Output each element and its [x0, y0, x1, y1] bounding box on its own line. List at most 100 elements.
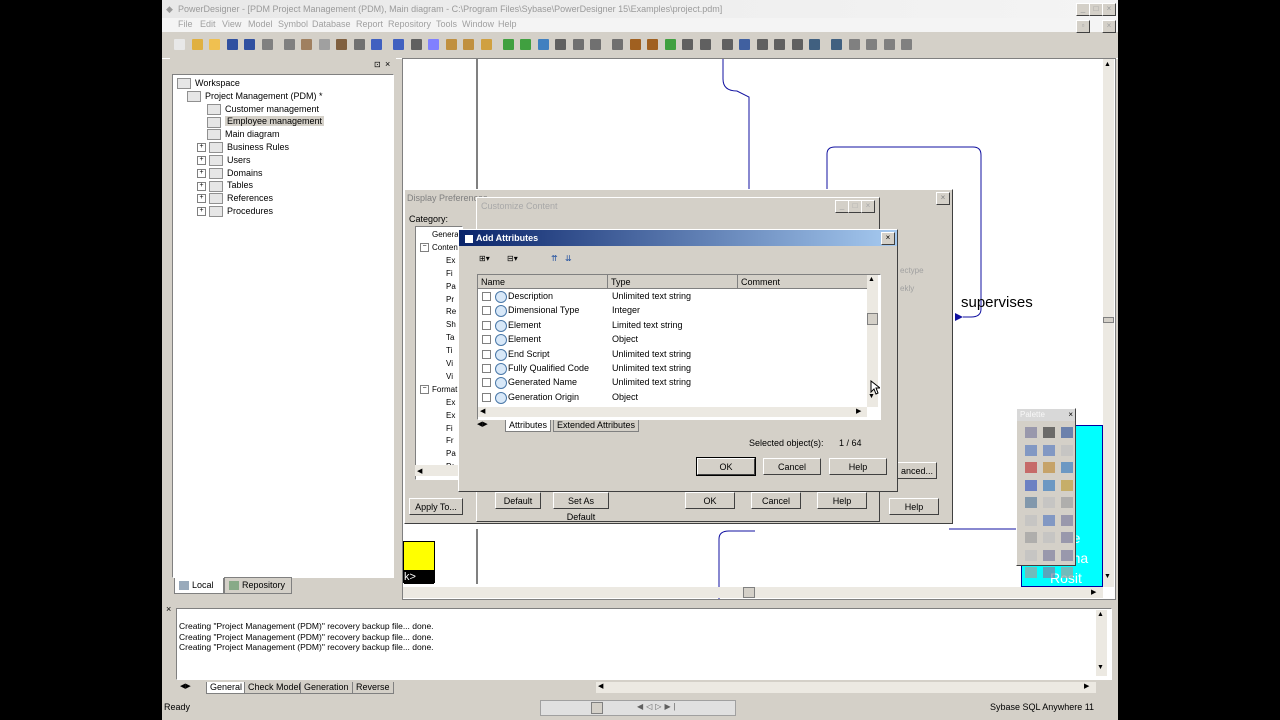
attribute-checkbox[interactable] — [482, 349, 491, 359]
toolbar-tool-17-icon[interactable] — [463, 39, 474, 50]
scroll-right-icon[interactable]: ▶ — [1091, 588, 1096, 596]
toolbar-tool-8-icon[interactable] — [301, 39, 312, 50]
palette-tool-19-icon[interactable] — [1025, 532, 1037, 543]
collapse-icon[interactable]: − — [420, 385, 429, 395]
category-item[interactable]: Fr — [446, 434, 454, 447]
toolbar-tool-5-icon[interactable] — [244, 39, 255, 50]
palette-tool-9-icon[interactable] — [1061, 462, 1073, 473]
mdi-close-button[interactable]: × — [1102, 20, 1116, 33]
toolbar-tool-4-icon[interactable] — [226, 39, 238, 50]
palette-tool-22-icon[interactable] — [1025, 549, 1037, 561]
scroll-down-icon[interactable]: ▼ — [1104, 573, 1111, 580]
canvas-hscroll[interactable]: ▶ — [403, 587, 1103, 598]
palette-tool-16-icon[interactable] — [1025, 514, 1037, 526]
toolbar-tool-6-icon[interactable] — [261, 39, 273, 50]
category-item[interactable]: Ex — [446, 396, 455, 409]
palette-tool-5-icon[interactable] — [1043, 444, 1055, 456]
expand-icon[interactable]: + — [197, 168, 206, 178]
toolbar-tool-14-icon[interactable] — [410, 39, 422, 50]
category-item[interactable]: Ex — [446, 254, 455, 267]
collapse-icon[interactable]: − — [420, 243, 429, 253]
category-hscroll[interactable]: ◀ — [415, 465, 461, 476]
category-item[interactable]: Vi — [446, 357, 453, 370]
palette-tool-8-icon[interactable] — [1043, 462, 1055, 473]
toolbar-tool-29-icon[interactable] — [682, 39, 693, 50]
palette-tool-24-icon[interactable] — [1061, 549, 1073, 561]
toolbar-tool-38-icon[interactable] — [848, 39, 860, 50]
palette-tool-15-icon[interactable] — [1061, 497, 1073, 508]
menu-model[interactable]: Model — [248, 19, 273, 29]
menu-view[interactable]: View — [222, 19, 241, 29]
zoom-slider-thumb[interactable] — [591, 702, 603, 714]
attributes-scroll-up-icon[interactable]: ▲ — [868, 276, 875, 283]
palette-tool-20-icon[interactable] — [1043, 532, 1055, 543]
palette-tool-14-icon[interactable] — [1043, 497, 1055, 508]
toolbar-tool-2-icon[interactable] — [191, 39, 203, 50]
toolbar-tool-23-icon[interactable] — [572, 39, 584, 50]
toolbar-tool-11-icon[interactable] — [353, 39, 365, 50]
toolbar-tool-21-icon[interactable] — [537, 39, 549, 50]
toolbar-tool-30-icon[interactable] — [699, 39, 711, 50]
palette-tool-12-icon[interactable] — [1061, 479, 1073, 491]
category-item[interactable]: Re — [446, 305, 456, 318]
palette-tool-3-icon[interactable] — [1061, 427, 1073, 438]
browser-item[interactable]: Main diagram — [207, 128, 280, 141]
browser-item[interactable]: + Tables — [197, 179, 253, 192]
tab-repository[interactable]: Repository — [224, 577, 292, 594]
menu-edit[interactable]: Edit — [200, 19, 216, 29]
move-down-icon[interactable]: ⇊ — [565, 254, 575, 265]
toolbar-tool-27-icon[interactable] — [647, 39, 658, 50]
toolbar-tool-16-icon[interactable] — [445, 39, 457, 50]
attribute-checkbox[interactable] — [482, 320, 491, 330]
display-preferences-close-button[interactable]: × — [936, 192, 950, 205]
attribute-checkbox[interactable] — [482, 292, 491, 301]
palette-tool-27-icon[interactable] — [1061, 567, 1073, 578]
palette-tool-6-icon[interactable] — [1061, 444, 1073, 456]
browser-item[interactable]: Customer management — [207, 103, 319, 116]
category-item[interactable]: − Format — [420, 383, 457, 396]
attribute-checkbox[interactable] — [482, 306, 491, 316]
category-item[interactable]: Pa — [446, 280, 456, 293]
customize-help-button[interactable]: Help — [817, 492, 867, 509]
customize-ok-button[interactable]: OK — [685, 492, 735, 509]
column-name-header[interactable]: Name — [478, 275, 608, 289]
expand-icon[interactable]: + — [197, 155, 206, 165]
tab-extended-attributes[interactable]: Extended Attributes — [553, 420, 640, 432]
browser-item[interactable]: + Business Rules — [197, 141, 289, 154]
menu-report[interactable]: Report — [356, 19, 383, 29]
maximize-button[interactable]: □ — [1089, 3, 1103, 16]
display-preferences-help-button[interactable]: Help — [889, 498, 939, 515]
palette-tool-25-icon[interactable] — [1025, 567, 1037, 578]
toolbar-tool-32-icon[interactable] — [739, 39, 750, 50]
tab-local[interactable]: Local — [174, 578, 224, 594]
menu-repository[interactable]: Repository — [388, 19, 431, 29]
customize-cancel-button[interactable]: Cancel — [751, 492, 801, 509]
category-item[interactable]: Fi — [446, 422, 453, 435]
category-item[interactable]: General — [432, 228, 460, 241]
output-scroll-down-icon[interactable]: ▼ — [1097, 664, 1104, 671]
scroll-up-icon[interactable]: ▲ — [1104, 61, 1111, 68]
palette-tool-1-icon[interactable] — [1025, 427, 1037, 438]
attributes-scroll-left-icon[interactable]: ◀ — [480, 407, 485, 415]
toolbar-tool-13-icon[interactable] — [393, 39, 404, 50]
attribute-row[interactable]: Element Limited text string — [478, 318, 868, 332]
palette-tool-4-icon[interactable] — [1025, 444, 1037, 456]
category-item[interactable]: Pr — [446, 293, 454, 306]
palette-tool-26-icon[interactable] — [1043, 567, 1055, 578]
default-button[interactable]: Default — [495, 492, 541, 509]
toolbar-tool-33-icon[interactable] — [756, 39, 768, 50]
attribute-checkbox[interactable] — [482, 335, 491, 345]
move-up-icon[interactable]: ⇈ — [551, 254, 561, 265]
menu-file[interactable]: File — [178, 19, 193, 29]
browser-item[interactable]: Employee management — [207, 115, 325, 128]
palette-tool-2-icon[interactable] — [1043, 427, 1055, 438]
tab-scroll-arrows[interactable]: ◀▶ — [477, 420, 497, 431]
browser-item[interactable]: Project Management (PDM) * — [187, 90, 323, 103]
category-item[interactable]: Ta — [446, 331, 454, 344]
minimize-button[interactable]: _ — [1076, 3, 1090, 16]
output-scroll-up-icon[interactable]: ▲ — [1097, 611, 1104, 618]
output-tab-check-model[interactable]: Check Model — [244, 682, 305, 694]
attributes-vscroll-thumb[interactable] — [867, 313, 878, 325]
toolbar-tool-22-icon[interactable] — [555, 39, 566, 50]
apply-to-button[interactable]: Apply To... — [409, 498, 463, 515]
